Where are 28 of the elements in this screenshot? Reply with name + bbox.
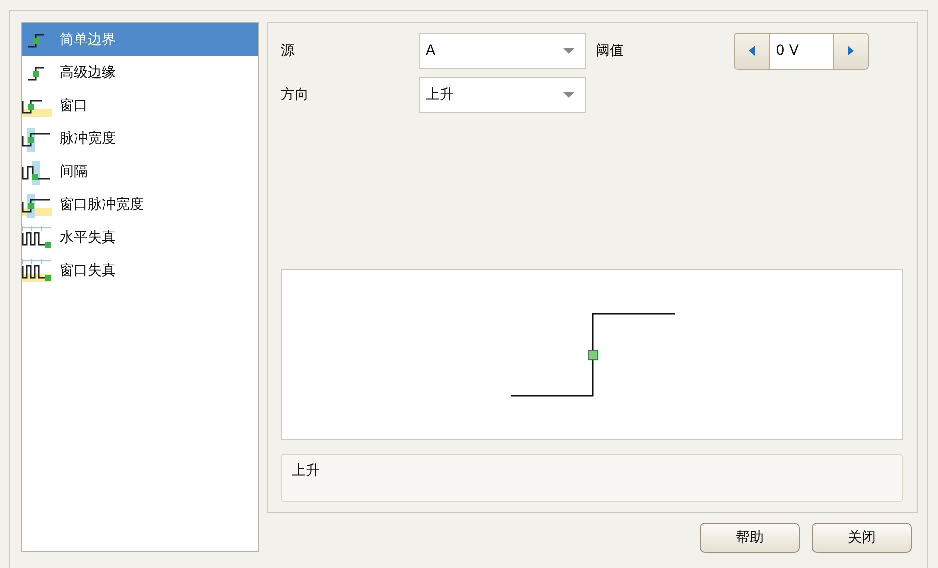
trigger-type-item[interactable]: 窗口失真 — [22, 254, 258, 287]
trigger-waveform-icon — [22, 258, 52, 284]
decrement-button[interactable] — [735, 34, 769, 68]
trigger-type-item[interactable]: 窗口脉冲宽度 — [22, 188, 258, 221]
left-arrow-icon — [749, 46, 755, 56]
field-label: 源 — [281, 42, 296, 60]
caret-icon — [563, 48, 575, 54]
description-text: 上升 — [292, 463, 320, 479]
dialog-button[interactable]: 关闭 — [812, 523, 912, 553]
trigger-type-item[interactable]: 窗口 — [22, 89, 258, 122]
trigger-waveform-icon — [22, 224, 52, 250]
source-dropdown[interactable]: A — [419, 33, 586, 69]
trigger-waveform-icon — [22, 126, 52, 152]
trigger-type-item[interactable]: 水平失真 — [22, 221, 258, 254]
trigger-waveform-icon — [22, 192, 52, 218]
threshold-spinner[interactable]: 0 V — [734, 32, 869, 70]
right-arrow-icon — [848, 46, 854, 56]
caret-icon — [563, 92, 575, 98]
trigger-type-item[interactable]: 高级边缘 — [22, 56, 258, 89]
increment-button[interactable] — [834, 34, 868, 68]
dialog-button[interactable]: 帮助 — [700, 523, 800, 553]
field-label: 阈值 — [596, 42, 625, 60]
trigger-waveform-icon — [22, 158, 52, 184]
direction-dropdown[interactable]: 上升 — [419, 77, 586, 113]
field-label: 方向 — [281, 86, 310, 104]
trigger-type-item[interactable]: 脉冲宽度 — [22, 122, 258, 155]
trigger-type-item[interactable]: 简单边界 — [22, 23, 258, 56]
trigger-type-item[interactable]: 间隔 — [22, 155, 258, 188]
